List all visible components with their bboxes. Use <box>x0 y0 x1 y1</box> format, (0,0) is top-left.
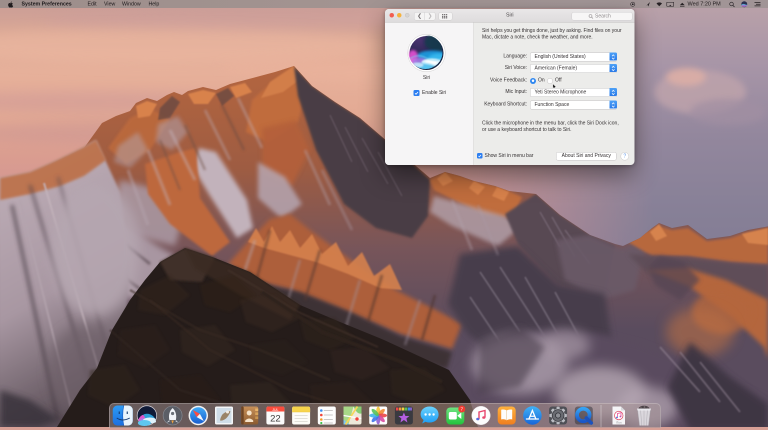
svg-text:7: 7 <box>460 407 463 413</box>
svg-text:iTun: iTun <box>616 420 622 424</box>
svg-text:22: 22 <box>270 414 281 425</box>
svg-text:JUL: JUL <box>272 408 278 412</box>
